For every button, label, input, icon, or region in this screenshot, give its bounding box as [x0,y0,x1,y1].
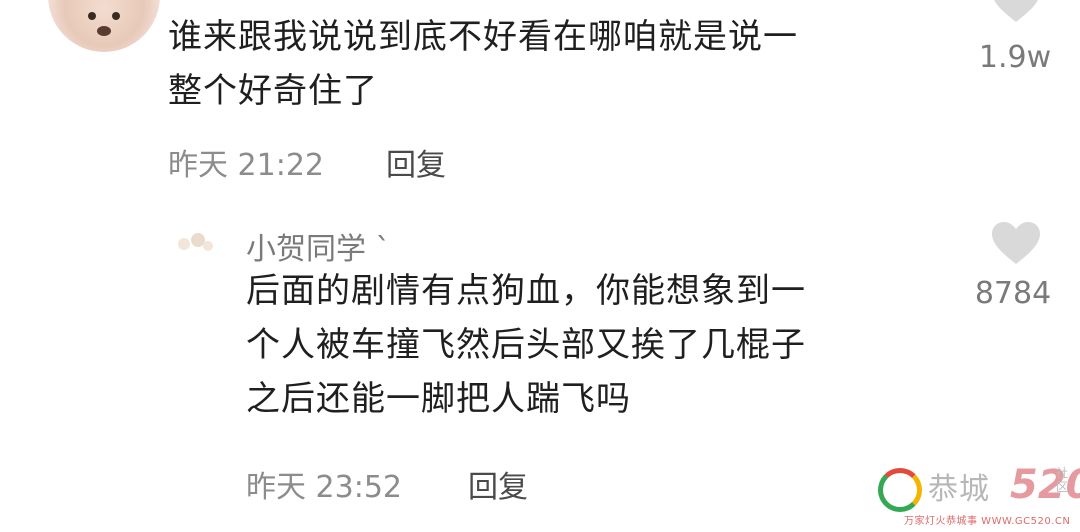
watermark-brand: 恭城 [928,472,990,507]
small-avatar-icon[interactable] [170,226,218,258]
like-count: 8784 [974,276,1052,311]
watermark-logo-icon [878,468,922,512]
comment-line: 个人被车撞飞然后头部又挨了几棍子 [246,325,806,365]
comment-text: 后面的剧情有点狗血，你能想象到一 个人被车撞飞然后头部又挨了几棍子 之后还能一脚… [246,268,806,422]
comment-line: 后面的剧情有点狗血，你能想象到一 [246,271,806,311]
comment-line: 整个好奇住了 [168,71,378,111]
comment-line: 之后还能一脚把人踹飞吗 [246,379,631,419]
user-avatar[interactable] [48,0,160,52]
comment-text: 谁来跟我说说到底不好看在哪咱就是说一 整个好奇住了 [168,14,798,114]
reply-button[interactable]: 回复 [468,462,528,506]
like-count: 1.9w [978,40,1052,75]
username[interactable]: 小贺同学 ` [246,224,391,268]
comment-time: 昨天 23:52 [246,470,402,505]
comment-time: 昨天 21:22 [168,148,324,183]
reply-button[interactable]: 回复 [386,140,446,184]
comment-line: 谁来跟我说说到底不好看在哪咱就是说一 [168,17,798,57]
watermark-subtitle: 万家灯火恭城事 WWW.GC520.CN [904,516,1071,527]
heart-icon[interactable] [990,220,1042,266]
watermark-tag: 社区 [1056,466,1069,494]
watermark: 恭城 520 社区 万家灯火恭城事 WWW.GC520.CN [878,462,1080,528]
heart-icon[interactable] [990,0,1042,24]
